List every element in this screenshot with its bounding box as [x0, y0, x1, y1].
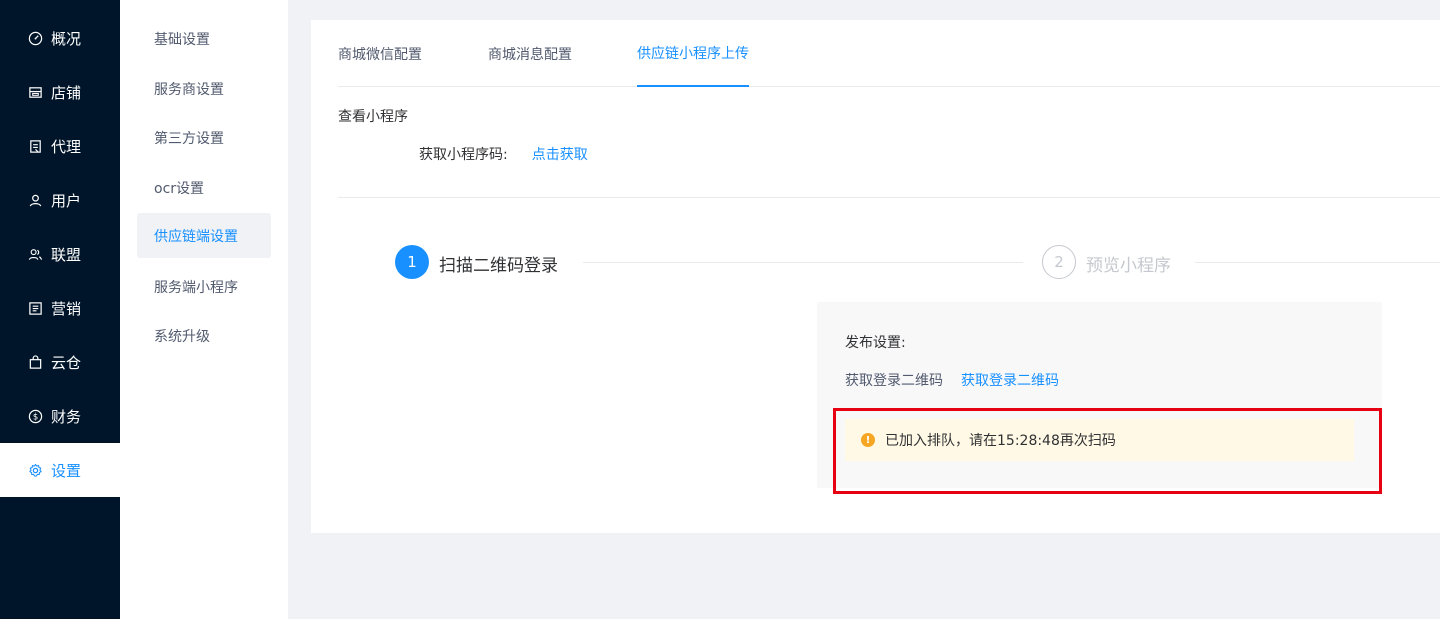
- nav-item-label: 概况: [51, 29, 82, 48]
- submenu-item-system-upgrade[interactable]: 系统升级: [137, 313, 271, 358]
- dollar-icon: $: [27, 408, 43, 424]
- alert-message: 已加入排队，请在15:28:48再次扫码: [885, 433, 1116, 449]
- nav-item-label: 设置: [51, 461, 82, 480]
- nav-item-label: 用户: [51, 191, 82, 210]
- nav-item-label: 店铺: [51, 83, 82, 102]
- warning-icon: !: [861, 433, 875, 447]
- tab-supply-chain-upload[interactable]: 供应链小程序上传: [637, 20, 749, 87]
- nav-item-cloud-warehouse[interactable]: 云仓: [0, 335, 120, 389]
- step-1-title: 扫描二维码登录: [439, 256, 558, 276]
- nav-item-overview[interactable]: 概况: [0, 11, 120, 65]
- miniprogram-code-row: 获取小程序码: 点击获取: [419, 144, 588, 164]
- nav-item-agent[interactable]: 代理: [0, 119, 120, 173]
- submenu-item-ocr[interactable]: ocr设置: [137, 165, 271, 210]
- nav-item-label: 财务: [51, 407, 82, 426]
- nav-item-label: 联盟: [51, 245, 82, 264]
- user-icon: [27, 192, 43, 208]
- login-qr-label: 获取登录二维码: [845, 373, 943, 389]
- step-connector: [1195, 262, 1440, 263]
- step-1-circle: 1: [395, 245, 429, 279]
- publish-settings-panel: 发布设置: 获取登录二维码 获取登录二维码 ! 已加入排队，请在15:28:48…: [817, 302, 1382, 488]
- gear-icon: [27, 462, 43, 478]
- tab-mall-message-config[interactable]: 商城消息配置: [488, 20, 572, 87]
- nav-item-alliance[interactable]: 联盟: [0, 227, 120, 281]
- nav-item-shop[interactable]: 店铺: [0, 65, 120, 119]
- nav-item-label: 营销: [51, 299, 82, 318]
- divider: [338, 197, 1440, 198]
- queue-warning-alert: ! 已加入排队，请在15:28:48再次扫码: [845, 419, 1354, 461]
- marketing-icon: [27, 300, 43, 316]
- submenu-item-server-miniprogram[interactable]: 服务端小程序: [137, 264, 271, 309]
- main-nav: 概况 店铺 代理 用户 联盟 营销 云仓 $ 财务 设置: [0, 0, 120, 619]
- nav-item-label: 代理: [51, 137, 82, 156]
- submenu-item-service-provider[interactable]: 服务商设置: [137, 66, 271, 111]
- step-2-circle: 2: [1042, 245, 1076, 279]
- nav-item-finance[interactable]: $ 财务: [0, 389, 120, 443]
- section-title: 查看小程序: [338, 109, 408, 125]
- login-qr-row: 获取登录二维码 获取登录二维码: [845, 370, 1059, 390]
- agent-icon: [27, 138, 43, 154]
- svg-text:$: $: [32, 411, 37, 421]
- content-card: 商城微信配置 商城消息配置 供应链小程序上传 查看小程序 获取小程序码: 点击获…: [311, 20, 1440, 533]
- tab-bar: 商城微信配置 商城消息配置 供应链小程序上传: [338, 20, 1440, 87]
- get-miniprogram-code-link[interactable]: 点击获取: [532, 144, 588, 164]
- dashboard-icon: [27, 30, 43, 46]
- bag-icon: [27, 354, 43, 370]
- nav-item-settings[interactable]: 设置: [0, 443, 120, 497]
- step-connector: [583, 262, 1023, 263]
- nav-item-label: 云仓: [51, 353, 82, 372]
- publish-settings-title: 发布设置:: [845, 335, 906, 351]
- nav-item-marketing[interactable]: 营销: [0, 281, 120, 335]
- nav-item-user[interactable]: 用户: [0, 173, 120, 227]
- team-icon: [27, 246, 43, 262]
- submenu-item-supply-chain[interactable]: 供应链端设置: [137, 213, 271, 258]
- submenu-item-third-party[interactable]: 第三方设置: [137, 115, 271, 160]
- miniprogram-code-label: 获取小程序码:: [419, 147, 508, 163]
- settings-submenu: 基础设置 服务商设置 第三方设置 ocr设置 供应链端设置 服务端小程序 系统升…: [120, 0, 288, 619]
- shop-icon: [27, 84, 43, 100]
- tab-mall-wechat-config[interactable]: 商城微信配置: [338, 20, 422, 87]
- get-login-qr-link[interactable]: 获取登录二维码: [961, 370, 1059, 390]
- submenu-item-basic[interactable]: 基础设置: [137, 16, 271, 61]
- step-2-title: 预览小程序: [1086, 256, 1171, 276]
